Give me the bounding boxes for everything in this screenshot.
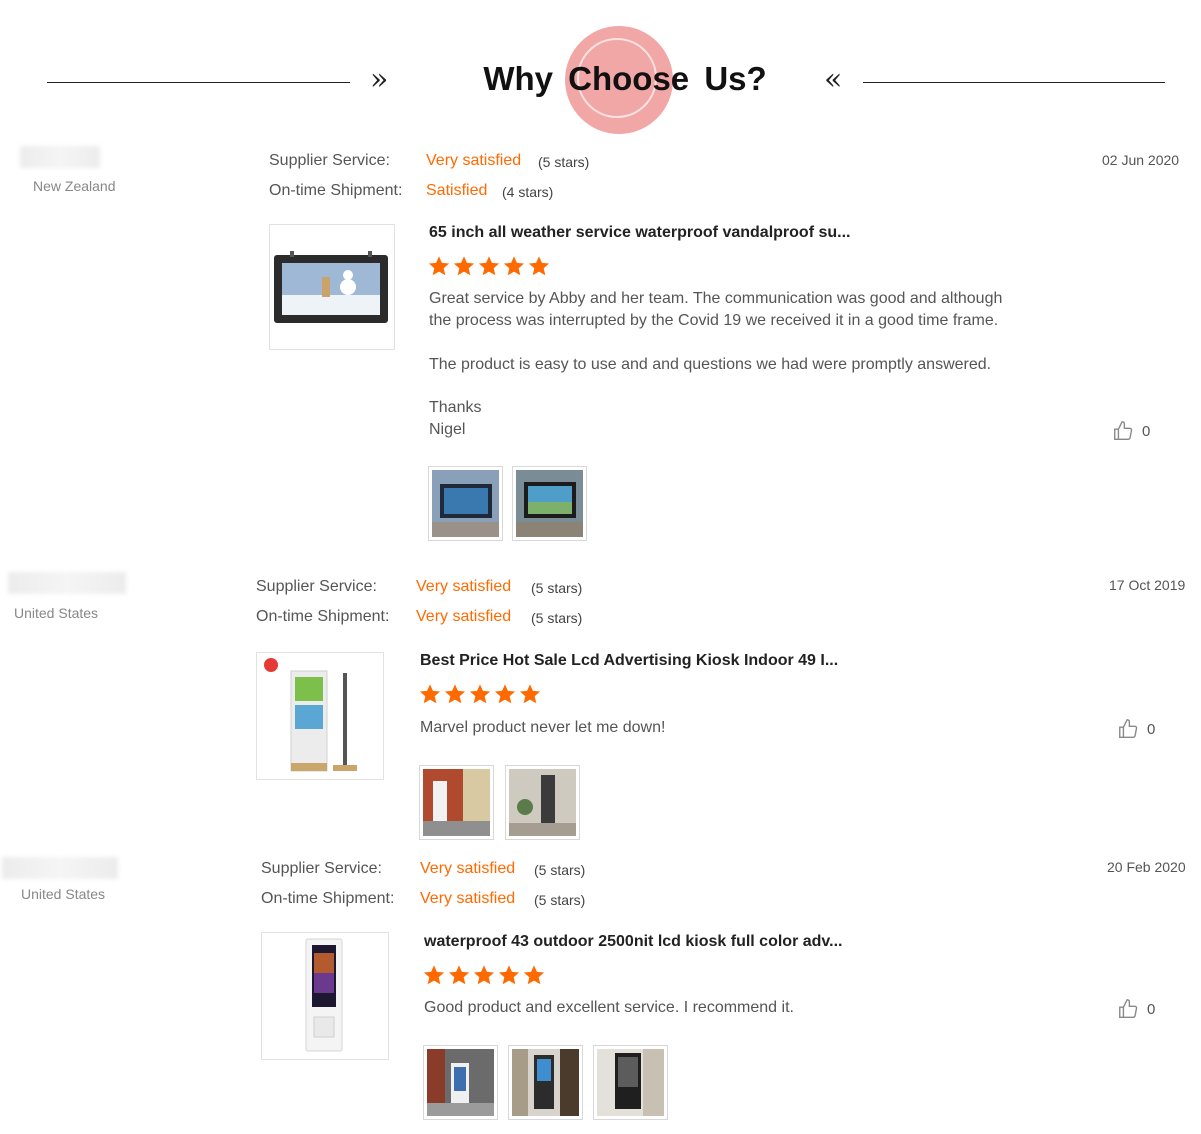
page-header: Why Choose Us? [470, 26, 780, 138]
reviewer-country: United States [21, 886, 106, 902]
star-icon [473, 965, 495, 985]
supplier-service-value: Very satisfied [416, 578, 512, 595]
header-rule-right [863, 82, 1165, 83]
star-icon [494, 684, 516, 704]
chevron-left-icon: « [824, 62, 843, 97]
review-text-line: the process was interrupted by the Covid… [429, 312, 999, 329]
reviewer-country: United States [14, 605, 99, 621]
like-button[interactable]: 0 [1117, 998, 1155, 1020]
like-count: 0 [1147, 720, 1156, 738]
reviewer-name-blurred [20, 146, 100, 168]
product-title[interactable]: 65 inch all weather service waterproof v… [429, 224, 850, 242]
review-photo-thumbnail[interactable] [423, 1045, 498, 1120]
star-icon [444, 684, 466, 704]
review-text-line: Great service by Abby and her team. The … [429, 290, 1003, 307]
review-photo-thumbnail[interactable] [512, 466, 587, 541]
star-icon [448, 965, 470, 985]
chevron-right-icon: » [370, 62, 389, 97]
header-rule-left [47, 82, 350, 83]
star-icon [469, 684, 491, 704]
star-icon [428, 256, 450, 276]
star-icon [478, 256, 500, 276]
shipment-value: Very satisfied [416, 608, 512, 625]
star-icon [419, 684, 441, 704]
supplier-service-value: Very satisfied [420, 860, 516, 877]
review-text: Marvel product never let me down! [420, 719, 666, 736]
supplier-service-stars: (5 stars) [538, 154, 590, 170]
shipment-label: On-time Shipment: [261, 890, 395, 907]
reviewer-name-blurred [8, 572, 126, 594]
shipment-value: Very satisfied [420, 890, 516, 907]
review-photo-thumbnail[interactable] [593, 1045, 668, 1120]
star-icon [528, 256, 550, 276]
product-image[interactable] [256, 652, 384, 780]
review-photo-thumbnail[interactable] [508, 1045, 583, 1120]
shipment-stars: (5 stars) [534, 892, 586, 908]
review-text: Good product and excellent service. I re… [424, 999, 794, 1016]
review-text-line: Nigel [429, 421, 466, 438]
star-icon [453, 256, 475, 276]
reviewer-country: New Zealand [33, 178, 116, 194]
review-photo-thumbnail[interactable] [419, 765, 494, 840]
star-icon [503, 256, 525, 276]
product-title[interactable]: Best Price Hot Sale Lcd Advertising Kios… [420, 652, 838, 670]
shipment-stars: (5 stars) [531, 610, 583, 626]
product-image[interactable] [269, 224, 395, 350]
shipment-value: Satisfied [426, 182, 488, 199]
product-title[interactable]: waterproof 43 outdoor 2500nit lcd kiosk … [424, 933, 842, 951]
review-date: 02 Jun 2020 [1102, 152, 1180, 168]
page-title: Why Choose Us? [483, 60, 767, 97]
star-icon [523, 965, 545, 985]
supplier-service-label: Supplier Service: [256, 578, 377, 595]
review-text-line: Thanks [429, 399, 482, 416]
shipment-label: On-time Shipment: [269, 182, 403, 199]
like-button[interactable]: 0 [1117, 718, 1155, 740]
thumbs-up-icon [1119, 719, 1138, 738]
review-date: 20 Feb 2020 [1107, 859, 1186, 875]
supplier-service-stars: (5 stars) [534, 862, 586, 878]
rating-stars [428, 255, 550, 277]
star-icon [423, 965, 445, 985]
shipment-stars: (4 stars) [502, 184, 554, 200]
like-count: 0 [1147, 1000, 1156, 1018]
reviewer-name-blurred [2, 857, 118, 879]
like-button[interactable]: 0 [1112, 420, 1150, 442]
rating-stars [419, 683, 541, 705]
supplier-service-label: Supplier Service: [261, 860, 382, 877]
rating-stars [423, 964, 545, 986]
shipment-label: On-time Shipment: [256, 608, 390, 625]
supplier-service-stars: (5 stars) [531, 580, 583, 596]
thumbs-up-icon [1119, 999, 1138, 1018]
supplier-service-value: Very satisfied [426, 152, 522, 169]
review-date: 17 Oct 2019 [1109, 577, 1186, 593]
supplier-service-label: Supplier Service: [269, 152, 390, 169]
product-image[interactable] [261, 932, 389, 1060]
review-photo-thumbnail[interactable] [505, 765, 580, 840]
star-icon [498, 965, 520, 985]
review-text-line: The product is easy to use and and quest… [429, 356, 992, 373]
review-photo-thumbnail[interactable] [428, 466, 503, 541]
star-icon [519, 684, 541, 704]
thumbs-up-icon [1114, 421, 1133, 440]
like-count: 0 [1142, 422, 1151, 440]
